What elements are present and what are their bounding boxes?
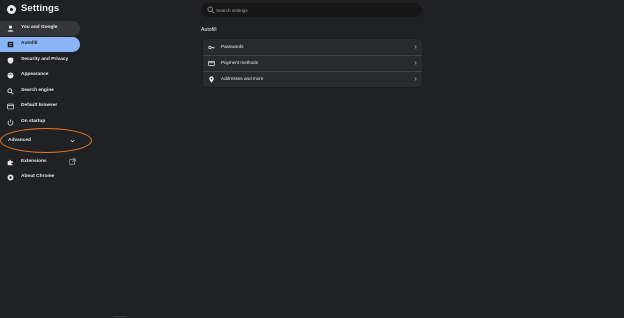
sidebar-item-label: About Chrome [21, 174, 55, 179]
chevron-right-icon [414, 61, 417, 65]
header: Settings [0, 0, 624, 20]
sidebar-item-you-and-google[interactable]: You and Google [0, 21, 80, 36]
chevron-right-icon [414, 77, 417, 81]
sidebar-item-extensions[interactable]: Extensions [0, 155, 80, 170]
row-label: Addresses and more [221, 76, 264, 81]
puzzle-icon [7, 159, 13, 166]
sidebar-item-security-and-privacy[interactable]: Security and Privacy [0, 53, 80, 68]
sidebar-item-label: You and Google [21, 25, 58, 30]
advanced-label: Advanced [8, 138, 31, 143]
chevron-right-icon [414, 45, 417, 49]
payment-methods-row[interactable]: Payment methods [203, 55, 422, 71]
sidebar-item-search-engine[interactable]: Search engine [0, 84, 80, 99]
sidebar-item-label: Default browser [21, 103, 58, 108]
sidebar-item-label: Extensions [21, 159, 47, 164]
autofill-card: Passwords Payment methods Addresses and … [203, 39, 422, 87]
chrome-icon [7, 174, 14, 181]
external-link-icon [69, 158, 76, 165]
sidebar-item-label: On startup [21, 119, 46, 124]
chevron-down-icon [70, 139, 75, 143]
sidebar-item-label: Search engine [21, 88, 54, 93]
advanced-toggle[interactable]: Advanced [0, 134, 80, 147]
sidebar-item-label: Security and Privacy [21, 57, 69, 62]
row-label: Passwords [221, 44, 244, 49]
autofill-icon [7, 41, 14, 48]
section-title: Autofill [201, 27, 217, 33]
search-input[interactable] [216, 3, 416, 17]
sidebar-item-label: Autofill [21, 41, 38, 46]
browser-icon [7, 103, 14, 110]
sidebar-item-autofill[interactable]: Autofill [0, 37, 80, 52]
row-label: Payment methods [221, 60, 259, 65]
search-icon [7, 88, 14, 95]
key-icon [208, 45, 215, 50]
sidebar-item-default-browser[interactable]: Default browser [0, 99, 80, 114]
divider [113, 316, 127, 317]
shield-icon [7, 57, 14, 64]
location-pin-icon [209, 76, 214, 83]
search-box[interactable] [201, 3, 422, 17]
sidebar-item-on-startup[interactable]: On startup [0, 115, 80, 130]
search-icon [207, 6, 215, 14]
person-icon [7, 25, 14, 32]
sidebar-item-about-chrome[interactable]: About Chrome [0, 170, 80, 185]
chrome-logo-icon [7, 5, 16, 14]
power-icon [7, 119, 14, 126]
page-title: Settings [21, 3, 60, 14]
sidebar-item-label: Appearance [21, 72, 49, 77]
credit-card-icon [208, 61, 215, 66]
addresses-row[interactable]: Addresses and more [203, 71, 422, 87]
sidebar-item-appearance[interactable]: Appearance [0, 68, 80, 83]
palette-icon [7, 72, 14, 79]
passwords-row[interactable]: Passwords [203, 39, 422, 55]
settings-window: Settings You and Google Autofill [0, 0, 624, 318]
